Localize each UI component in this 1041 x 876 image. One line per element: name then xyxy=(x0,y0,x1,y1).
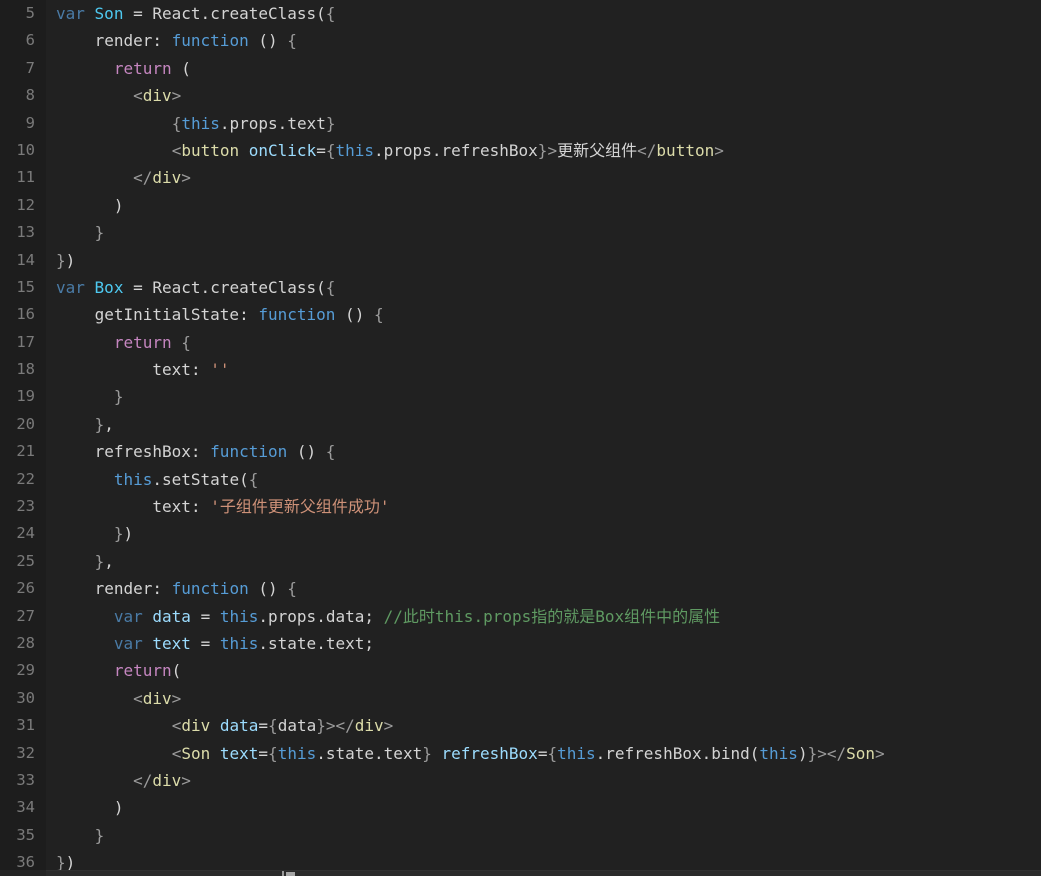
line-number: 24 xyxy=(16,524,35,543)
line-number: 15 xyxy=(16,277,35,296)
line-number: 11 xyxy=(16,168,35,187)
line-number: 5 xyxy=(25,4,35,22)
code-line[interactable]: getInitialState: function () { xyxy=(56,301,1041,328)
code-line[interactable]: </div> xyxy=(56,767,1041,794)
code-line[interactable]: render: function () { xyxy=(56,575,1041,602)
code-line[interactable]: }) xyxy=(56,247,1041,274)
line-number: 34 xyxy=(16,798,35,817)
line-number: 25 xyxy=(16,551,35,570)
line-number: 7 xyxy=(25,58,35,77)
code-line[interactable]: render: function () { xyxy=(56,27,1041,54)
line-number: 32 xyxy=(16,743,35,762)
line-number: 22 xyxy=(16,469,35,488)
code-lines[interactable]: var Son = React.createClass({ render: fu… xyxy=(56,0,1041,876)
line-number: 13 xyxy=(16,223,35,242)
code-line[interactable]: this.setState({ xyxy=(56,466,1041,493)
line-number: 33 xyxy=(16,770,35,789)
line-number: 20 xyxy=(16,414,35,433)
current-line-gutter-highlight xyxy=(0,870,46,876)
partial-glyph-line-37 xyxy=(286,871,295,876)
text-cursor xyxy=(282,870,284,876)
code-line[interactable]: var Son = React.createClass({ xyxy=(56,0,1041,27)
line-number: 14 xyxy=(16,250,35,269)
code-line[interactable]: }, xyxy=(56,411,1041,438)
line-number: 35 xyxy=(16,825,35,844)
line-number: 26 xyxy=(16,579,35,598)
code-line[interactable]: return { xyxy=(56,329,1041,356)
line-number: 28 xyxy=(16,633,35,652)
code-line[interactable]: text: '子组件更新父组件成功' xyxy=(56,493,1041,520)
code-line[interactable]: refreshBox: function () { xyxy=(56,438,1041,465)
code-line[interactable]: </div> xyxy=(56,164,1041,191)
line-number: 16 xyxy=(16,305,35,324)
code-line[interactable]: var Box = React.createClass({ xyxy=(56,274,1041,301)
code-line[interactable]: {this.props.text} xyxy=(56,110,1041,137)
line-number: 21 xyxy=(16,442,35,461)
code-line[interactable]: return( xyxy=(56,657,1041,684)
line-number: 31 xyxy=(16,716,35,735)
line-number: 29 xyxy=(16,661,35,680)
line-number-gutter: 5 6 7 8 9 10 11 12 13 14 15 16 17 18 19 … xyxy=(0,0,46,876)
line-number: 30 xyxy=(16,688,35,707)
code-content-area[interactable]: var Son = React.createClass({ render: fu… xyxy=(46,0,1041,876)
code-editor[interactable]: 5 6 7 8 9 10 11 12 13 14 15 16 17 18 19 … xyxy=(0,0,1041,876)
line-number: 10 xyxy=(16,140,35,159)
code-line[interactable]: <div> xyxy=(56,82,1041,109)
code-line[interactable]: ) xyxy=(56,794,1041,821)
line-number: 8 xyxy=(25,86,35,105)
code-line[interactable]: ) xyxy=(56,192,1041,219)
code-line[interactable]: }, xyxy=(56,548,1041,575)
line-number: 19 xyxy=(16,387,35,406)
line-number: 9 xyxy=(25,113,35,132)
current-line-highlight xyxy=(46,869,1041,876)
line-number: 17 xyxy=(16,332,35,351)
code-line[interactable]: <Son text={this.state.text} refreshBox={… xyxy=(56,740,1041,767)
code-line[interactable]: <div> xyxy=(56,685,1041,712)
code-line[interactable]: var text = this.state.text; xyxy=(56,630,1041,657)
code-line[interactable]: var data = this.props.data; //此时this.pro… xyxy=(56,603,1041,630)
line-number: 27 xyxy=(16,606,35,625)
code-line[interactable]: <div data={data}></div> xyxy=(56,712,1041,739)
code-line[interactable]: return ( xyxy=(56,55,1041,82)
line-number: 12 xyxy=(16,195,35,214)
code-line[interactable]: } xyxy=(56,822,1041,849)
code-line[interactable]: <button onClick={this.props.refreshBox}>… xyxy=(56,137,1041,164)
code-line[interactable]: } xyxy=(56,383,1041,410)
line-number: 23 xyxy=(16,497,35,516)
code-line[interactable]: text: '' xyxy=(56,356,1041,383)
line-number: 6 xyxy=(25,31,35,50)
code-line[interactable]: }) xyxy=(56,520,1041,547)
line-number: 18 xyxy=(16,360,35,379)
code-line[interactable]: } xyxy=(56,219,1041,246)
